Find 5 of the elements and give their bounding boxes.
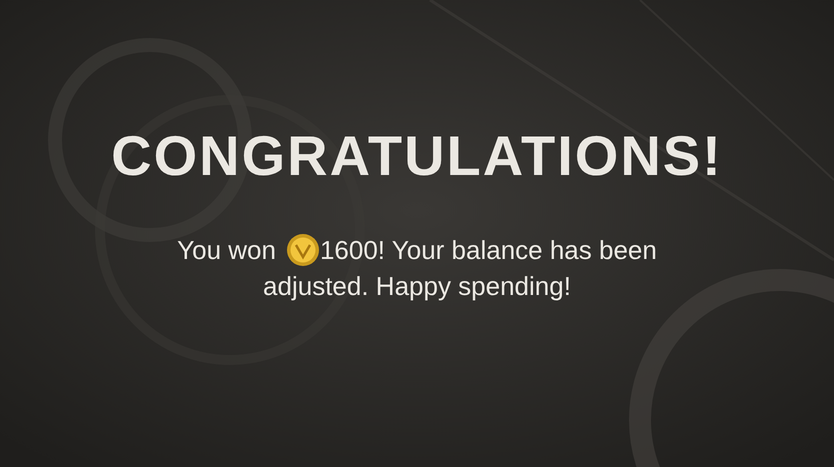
message-text: You won: [177, 234, 276, 267]
coin-icon: [286, 233, 320, 267]
title: CONGRATULATIONS!: [111, 128, 723, 184]
message-text: adjusted. Happy spending!: [263, 270, 571, 303]
message-text: 1600! Your balance has been: [320, 234, 657, 267]
